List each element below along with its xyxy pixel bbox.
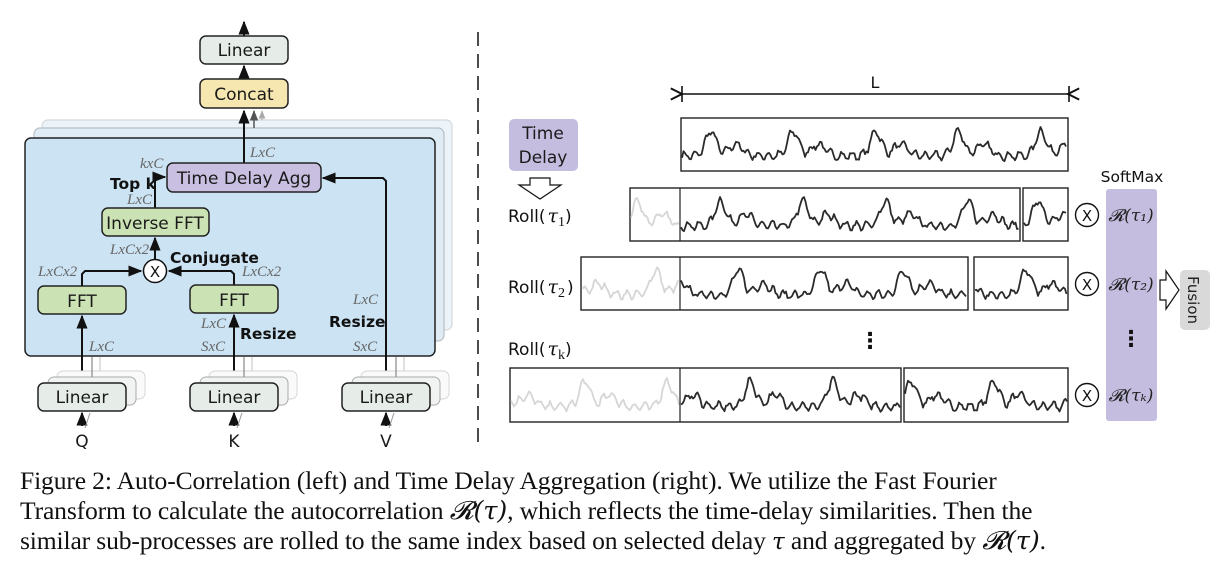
down-arrow-icon [517,177,563,200]
svg-text:X: X [1082,276,1092,294]
rollk-tail-box [903,367,1069,423]
q-in-dim: LxC [88,339,115,355]
caption-line-2: Transform to calculate the autocorrelati… [20,496,1033,526]
fft-q-out-dim: LxCx2 [37,264,78,280]
linear-v-stack: Linear [341,357,450,412]
top-k-label: Top k [110,175,157,193]
caption-line-3: similar sub-processes are rolled to the … [20,526,1046,556]
input-v-label: V [380,432,392,452]
mult-out-dim: LxCx2 [109,242,150,258]
svg-text:Roll(τ1): Roll(τ1) [508,205,572,230]
fft-q-label: FFT [67,292,97,312]
roll2-tail-box [973,256,1069,311]
v-resized-dim: LxC [352,292,379,308]
right-arrow-icon [1159,269,1180,311]
weight-k: 𝓡(τₖ) [1109,386,1154,406]
multiply-symbol: X [150,263,160,281]
auto-correlation-diagram: Linear Concat LxC Time Delay Agg kxC Top… [24,20,453,452]
input-k-label: K [228,432,240,452]
svg-text:X: X [1082,387,1092,405]
svg-text:X: X [1082,207,1092,225]
fusion-label: Fusion [1184,276,1202,324]
weights-ellipsis: ⋮ [1120,327,1142,352]
linear-q-label: Linear [56,388,109,408]
fft-k-out-dim: LxCx2 [241,264,282,280]
caption-r-tau-1: 𝓡(τ) [449,496,508,526]
figure-caption: Figure 2: Auto-Correlation (left) and Ti… [20,466,1215,557]
roll1-main-box [629,187,1021,242]
roll-label-1: Roll(τ1) [508,205,572,230]
concat-label: Concat [214,85,274,105]
rows-ellipsis: ⋮ [859,329,881,354]
weight-2: 𝓡(τ₂) [1108,275,1153,295]
multiply-node-k: X [1074,382,1100,408]
linear-k-label: Linear [208,388,261,408]
length-label: L [871,73,880,92]
resize-k-label: Resize [240,325,297,343]
linear-k-stack: Linear [189,357,298,412]
figure-canvas: Linear Concat LxC Time Delay Agg kxC Top… [24,20,1210,452]
caption-tau: τ [772,529,785,555]
series-layer [509,117,1069,423]
multiply-node-1: X [1074,202,1100,228]
softmax-label: SoftMax [1101,168,1164,186]
weight-1: 𝓡(τ₁) [1108,206,1153,226]
time-delay-line1: Time [521,124,564,144]
caption-r-tau-2: 𝓡(τ) [982,526,1040,556]
linear-q-stack: Linear [37,357,146,412]
agg-out-dim: LxC [249,145,276,161]
k-in-dim: SxC [201,339,226,355]
roll-label-2: Roll(τ2) [508,276,574,301]
rollk-main-box [509,367,902,423]
svg-text:Roll(τk): Roll(τk) [508,338,572,363]
caption-line-1: Figure 2: Auto-Correlation (left) and Ti… [20,466,997,495]
input-q-label: Q [75,432,88,452]
roll-label-k: Roll(τk) [508,338,572,363]
k-resized-dim: LxC [200,316,227,332]
time-delay-agg-label: Time Delay Agg [176,169,311,189]
time-delay-line2: Delay [519,148,568,168]
svg-text:Roll(τ2): Roll(τ2) [508,276,574,301]
ifft-out-dim: LxC [126,192,153,208]
inverse-fft-label: Inverse FFT [106,214,204,234]
time-delay-aggregation-diagram: L Time Delay Roll(τ1) Roll(τ2) Roll(τk) … [508,73,1210,423]
output-linear-label: Linear [218,41,271,61]
resize-v-label: Resize [329,313,386,331]
topk-in-dim: kxC [140,156,164,172]
fft-k-label: FFT [219,291,249,311]
linear-v-label: Linear [360,388,413,408]
v-in-dim: SxC [353,339,378,355]
multiply-node-2: X [1074,271,1100,297]
